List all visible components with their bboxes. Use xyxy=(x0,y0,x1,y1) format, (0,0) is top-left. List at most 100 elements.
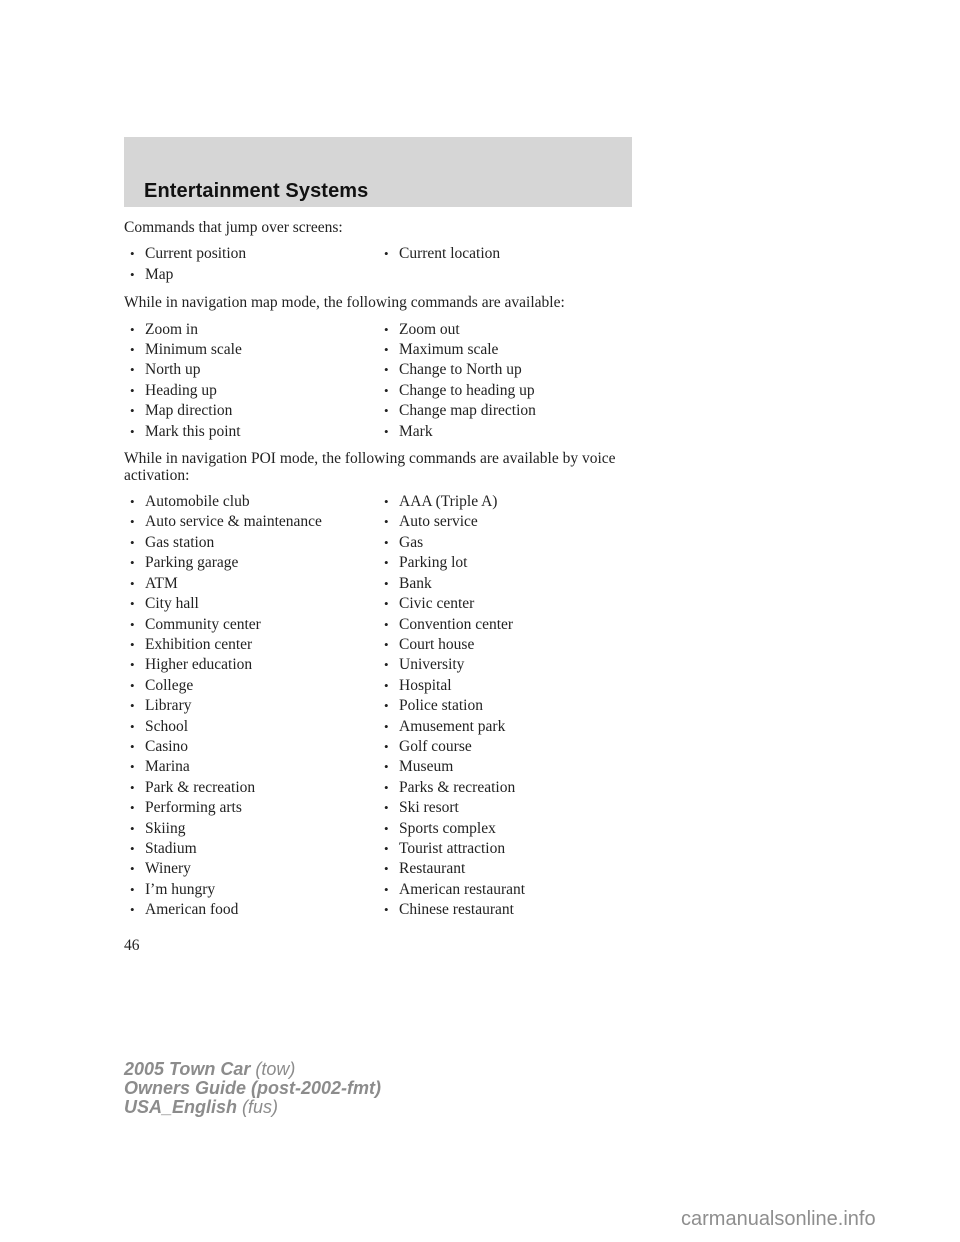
bullet-icon: • xyxy=(384,362,389,378)
list-item-label: Exhibition center xyxy=(145,635,253,653)
list-item: • Mark xyxy=(378,422,632,442)
bullet-icon: • xyxy=(130,677,135,693)
list-item: • North up xyxy=(124,360,378,380)
list-item-label: Mark xyxy=(399,422,433,440)
list-item: • American food xyxy=(124,900,378,920)
section-header: Entertainment Systems xyxy=(124,137,632,207)
list-item: • Performing arts xyxy=(124,798,378,818)
list-item-label: Auto service & maintenance xyxy=(145,513,322,531)
command-list: • Automobile club • AAA (Triple A) • Auto ser… xyxy=(124,492,644,921)
list-item-label: Golf course xyxy=(399,737,472,755)
list-item-label: Automobile club xyxy=(145,493,250,511)
list-item: • Court house xyxy=(378,635,632,655)
footer-line-model: 2005 Town Car (tow) xyxy=(124,1060,381,1079)
section-title: Entertainment Systems xyxy=(144,180,369,202)
list-item xyxy=(378,265,632,285)
list-item-label: Parks & recreation xyxy=(399,778,516,796)
list-item-label: Bank xyxy=(399,574,432,592)
list-item: • Map xyxy=(124,265,378,285)
list-item: • City hall xyxy=(124,594,378,614)
section-jump-commands: Commands that jump over screens: • Curren… xyxy=(124,218,644,285)
bullet-icon: • xyxy=(130,555,135,571)
list-item-label: Chinese restaurant xyxy=(399,901,514,919)
list-item: • Park & recreation xyxy=(124,778,378,798)
list-item-label: College xyxy=(145,676,194,694)
bullet-icon: • xyxy=(130,596,135,612)
list-item: • American restaurant xyxy=(378,880,632,900)
list-item-label: Restaurant xyxy=(399,860,466,878)
list-item: • Automobile club xyxy=(124,492,378,512)
list-item: • Museum xyxy=(378,757,632,777)
list-item-label: Casino xyxy=(145,737,189,755)
list-item: • Tourist attraction xyxy=(378,839,632,859)
list-item-label: Zoom in xyxy=(145,320,198,338)
bullet-icon: • xyxy=(130,423,135,439)
bullet-icon: • xyxy=(130,820,135,836)
bullet-icon: • xyxy=(384,403,389,419)
list-item-label: Ski resort xyxy=(399,799,459,817)
bullet-icon: • xyxy=(384,596,389,612)
list-item: • Police station xyxy=(378,696,632,716)
bullet-icon: • xyxy=(384,321,389,337)
watermark: carmanualsonline.info xyxy=(681,1208,876,1230)
list-item-label: Current position xyxy=(145,245,247,263)
list-item: • Zoom out xyxy=(378,320,632,340)
bullet-icon: • xyxy=(130,616,135,632)
list-item: • School xyxy=(124,717,378,737)
list-item-label: Amusement park xyxy=(399,717,506,735)
list-item: • Convention center xyxy=(378,615,632,635)
footer-guide: Owners Guide (post-2002-fmt) xyxy=(124,1078,382,1098)
list-item: • Restaurant xyxy=(378,859,632,879)
bullet-icon: • xyxy=(130,534,135,550)
list-item: • Parking lot xyxy=(378,553,632,573)
list-item: • Minimum scale xyxy=(124,340,378,360)
list-item: • Ski resort xyxy=(378,798,632,818)
list-item: • Change map direction xyxy=(378,401,632,421)
list-item-label: Current location xyxy=(399,245,501,263)
list-item-label: Change map direction xyxy=(399,402,536,420)
section-map-mode-commands: While in navigation map mode, the follow… xyxy=(124,293,644,442)
list-item: • Civic center xyxy=(378,594,632,614)
list-item-label: I’m hungry xyxy=(145,880,216,898)
list-item-label: Map xyxy=(145,265,174,283)
list-item: • I’m hungry xyxy=(124,880,378,900)
list-item-label: Library xyxy=(145,697,192,715)
bullet-icon: • xyxy=(130,902,135,918)
list-item-label: Museum xyxy=(399,758,454,776)
list-item-label: City hall xyxy=(145,595,199,613)
footer-model: 2005 Town Car xyxy=(124,1059,251,1079)
bullet-icon: • xyxy=(384,677,389,693)
list-item-label: ATM xyxy=(145,574,178,592)
list-item: • Casino xyxy=(124,737,378,757)
bullet-icon: • xyxy=(130,266,135,282)
list-item-label: University xyxy=(399,656,465,674)
bullet-icon: • xyxy=(384,514,389,530)
list-item-label: Parking lot xyxy=(399,554,468,572)
command-list: • Zoom in • Zoom out • Minimum scale • Maximum … xyxy=(124,320,644,442)
list-item-label: Gas xyxy=(399,533,424,551)
list-item: • Current position xyxy=(124,244,378,264)
bullet-icon: • xyxy=(384,423,389,439)
list-item: • Heading up xyxy=(124,381,378,401)
command-list: • Current position • Current location • Map xyxy=(124,244,644,285)
list-item-label: Winery xyxy=(145,860,191,878)
bullet-icon: • xyxy=(384,718,389,734)
list-item-label: Civic center xyxy=(399,595,475,613)
bullet-icon: • xyxy=(384,342,389,358)
bullet-icon: • xyxy=(130,342,135,358)
page-content: Commands that jump over screens: • Curren… xyxy=(124,218,644,929)
list-item-label: Tourist attraction xyxy=(399,839,506,857)
list-item: • Auto service & maintenance xyxy=(124,512,378,532)
bullet-icon: • xyxy=(384,246,389,262)
page-number: 46 xyxy=(124,937,140,954)
bullet-icon: • xyxy=(130,382,135,398)
list-item-label: Map direction xyxy=(145,402,233,420)
list-item: • ATM xyxy=(124,574,378,594)
bullet-icon: • xyxy=(384,575,389,591)
list-item-label: School xyxy=(145,717,189,735)
list-item-label: Parking garage xyxy=(145,554,239,572)
list-item: • Stadium xyxy=(124,839,378,859)
list-item: • Bank xyxy=(378,574,632,594)
bullet-icon: • xyxy=(384,494,389,510)
list-item-label: American restaurant xyxy=(399,880,526,898)
